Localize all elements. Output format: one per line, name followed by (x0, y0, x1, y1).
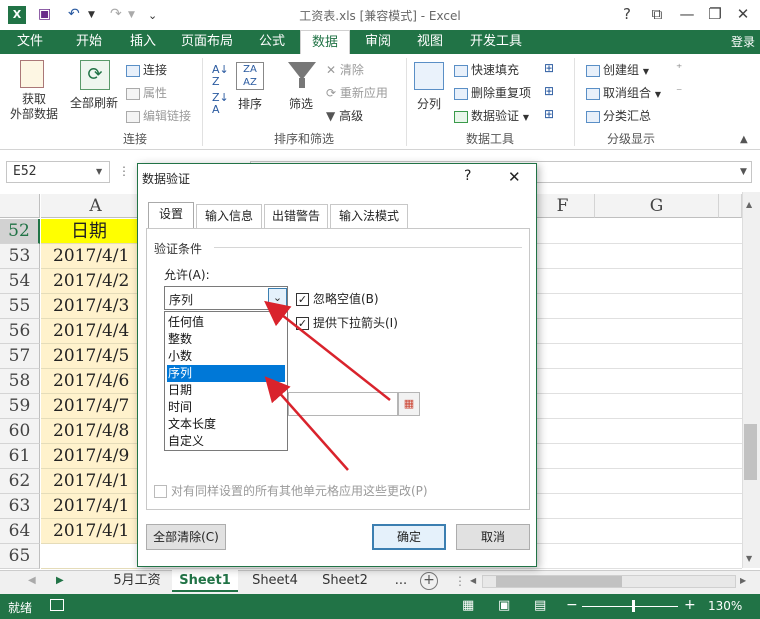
annotation-arrows (264, 300, 391, 471)
arrow-to-sequence (264, 376, 349, 471)
arrow-to-combo (264, 300, 391, 401)
